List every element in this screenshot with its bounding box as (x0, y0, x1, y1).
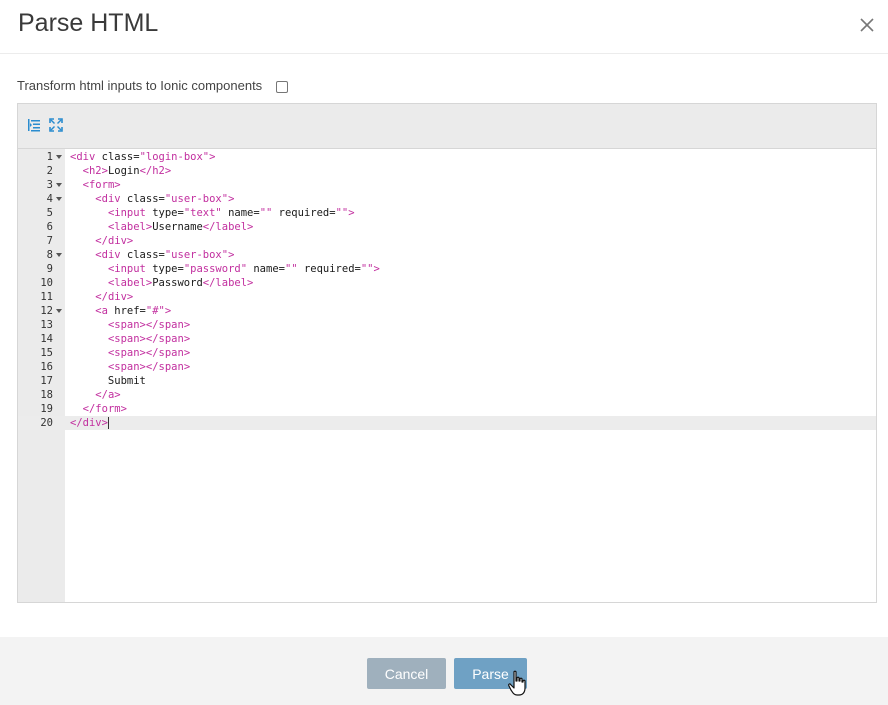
code-text: </div> (95, 291, 134, 303)
dialog-footer: Cancel Parse (0, 637, 888, 705)
code-text: <label>Username</label> (107, 221, 254, 233)
line-number: 12 (40, 305, 53, 317)
fold-arrow-icon[interactable] (56, 253, 62, 257)
code-line[interactable]: 5 <input type="text" name="" required=""… (18, 206, 876, 220)
line-number: 7 (46, 235, 53, 247)
line-number: 2 (46, 165, 53, 177)
code-line[interactable]: 14 <span></span> (18, 332, 876, 346)
text-cursor (107, 417, 109, 429)
line-number: 16 (40, 361, 53, 373)
code-text: <a href="#"> (95, 305, 172, 317)
fold-arrow-icon[interactable] (56, 183, 62, 187)
editor-toolbar (18, 104, 876, 149)
line-number: 4 (46, 193, 53, 205)
code-line[interactable]: 19 </form> (18, 402, 876, 416)
parse-html-dialog: Parse HTML Transform html inputs to Ioni… (0, 0, 888, 705)
code-text: </a> (95, 389, 121, 401)
line-number: 1 (46, 151, 53, 163)
line-number: 19 (40, 403, 53, 415)
format-code-icon[interactable] (27, 118, 41, 132)
code-text: <span></span> (107, 333, 191, 345)
fullscreen-icon[interactable] (49, 118, 63, 132)
code-text: <div class="user-box"> (95, 193, 235, 205)
cancel-button[interactable]: Cancel (367, 658, 446, 689)
code-line[interactable]: 4 <div class="user-box"> (18, 192, 876, 206)
code-text: <input type="password" name="" required=… (107, 263, 380, 275)
line-number: 15 (40, 347, 53, 359)
code-line[interactable]: 2 <h2>Login</h2> (18, 164, 876, 178)
transform-option: Transform html inputs to Ionic component… (17, 76, 289, 94)
code-editor[interactable]: 1 <div class="login-box"> 2 <h2>Login</h2>… (17, 103, 877, 603)
line-number: 3 (46, 179, 53, 191)
code-text: <div class="user-box"> (95, 249, 235, 261)
line-number: 6 (46, 221, 53, 233)
line-number: 5 (46, 207, 53, 219)
transform-checkbox[interactable] (276, 80, 289, 93)
line-number: 17 (40, 375, 53, 387)
line-number: 10 (40, 277, 53, 289)
line-number: 20 (40, 417, 53, 429)
code-line[interactable]: 16 <span></span> (18, 360, 876, 374)
code-line[interactable]: 9 <input type="password" name="" require… (18, 262, 876, 276)
code-line[interactable]: 20 </div> (18, 416, 876, 430)
fold-arrow-icon[interactable] (56, 197, 62, 201)
code-line[interactable]: 12 <a href="#"> (18, 304, 876, 318)
dialog-title: Parse HTML (18, 9, 159, 37)
line-number: 13 (40, 319, 53, 331)
code-text: Submit (70, 375, 146, 387)
code-text: <h2>Login</h2> (82, 165, 172, 177)
code-line[interactable]: 8 <div class="user-box"> (18, 248, 876, 262)
code-text: <div class="login-box"> (70, 151, 216, 163)
code-line[interactable]: 15 <span></span> (18, 346, 876, 360)
code-text: <span></span> (107, 361, 191, 373)
fold-arrow-icon[interactable] (56, 155, 62, 159)
code-line[interactable]: 7 </div> (18, 234, 876, 248)
code-line[interactable]: 18 </a> (18, 388, 876, 402)
line-number: 9 (46, 263, 53, 275)
code-line[interactable]: 11 </div> (18, 290, 876, 304)
code-text: </div> (95, 235, 134, 247)
code-line[interactable]: 1 <div class="login-box"> (18, 150, 876, 164)
code-text: <input type="text" name="" required=""> (107, 207, 355, 219)
line-number: 8 (46, 249, 53, 261)
code-text: <span></span> (107, 319, 191, 331)
fold-arrow-icon[interactable] (56, 309, 62, 313)
code-line[interactable]: 17 Submit (18, 374, 876, 388)
code-text: <span></span> (107, 347, 191, 359)
dialog-header: Parse HTML (0, 0, 888, 54)
code-text: <label>Password</label> (107, 277, 254, 289)
line-number: 11 (40, 291, 53, 303)
code-text: </div> (70, 417, 109, 429)
code-line[interactable]: 6 <label>Username</label> (18, 220, 876, 234)
line-number: 14 (40, 333, 53, 345)
transform-label: Transform html inputs to Ionic component… (17, 77, 263, 93)
close-icon[interactable] (856, 14, 878, 36)
code-line[interactable]: 13 <span></span> (18, 318, 876, 332)
hand-pointer-icon (508, 670, 526, 696)
code-line[interactable]: 10 <label>Password</label> (18, 276, 876, 290)
code-text: <form> (82, 179, 121, 191)
code-text: </form> (82, 403, 127, 415)
line-number: 18 (40, 389, 53, 401)
code-line[interactable]: 3 <form> (18, 178, 876, 192)
